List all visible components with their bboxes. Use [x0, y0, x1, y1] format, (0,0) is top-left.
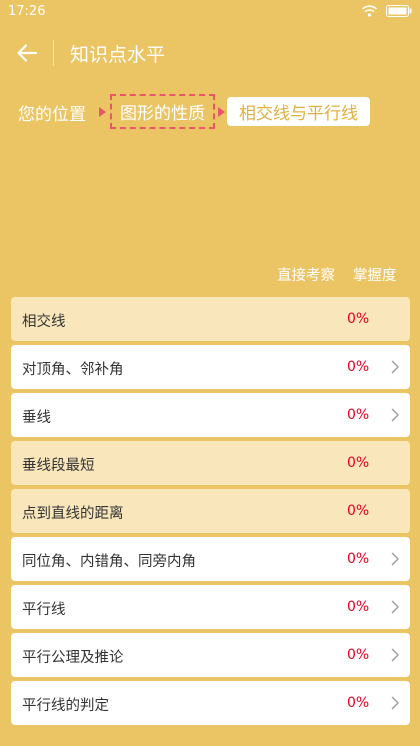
chevron-right-icon [391, 408, 399, 422]
topic-mastery-percent: 0% [347, 599, 370, 615]
breadcrumb: 您的位置 图形的性质 相交线与平行线 [0, 94, 420, 130]
topic-row[interactable]: 相交线 0% [11, 297, 410, 341]
app-bar: 知识点水平 [0, 24, 420, 80]
topic-row[interactable]: 垂线 0% [11, 393, 410, 437]
topic-name: 平行线的判定 [22, 698, 109, 714]
column-header-direct: 直接考察 [277, 268, 335, 284]
chevron-right-icon [391, 696, 399, 710]
topic-mastery-percent: 0% [347, 455, 370, 471]
topic-row[interactable]: 平行线 0% [11, 585, 410, 629]
back-button[interactable] [12, 38, 42, 68]
topic-mastery-percent: 0% [347, 311, 370, 327]
page-title: 知识点水平 [70, 44, 166, 66]
breadcrumb-prefix: 您的位置 [18, 105, 86, 125]
topic-row[interactable]: 平行公理及推论 0% [11, 633, 410, 677]
topic-list: 相交线 0% 对顶角、邻补角 0% 垂线 0% 垂线段最短 0% 点到直线的距离… [11, 297, 410, 729]
back-arrow-icon [17, 44, 38, 62]
topic-name: 点到直线的距离 [22, 506, 124, 522]
topic-mastery-percent: 0% [347, 359, 370, 375]
breadcrumb-current: 相交线与平行线 [227, 97, 370, 126]
topic-mastery-percent: 0% [347, 647, 370, 663]
column-headers: 直接考察 掌握度 [0, 262, 420, 284]
topic-row[interactable]: 同位角、内错角、同旁内角 0% [11, 537, 410, 581]
topic-mastery-percent: 0% [347, 407, 370, 423]
wifi-icon [362, 5, 377, 17]
status-time: 17:26 [8, 4, 46, 19]
topic-mastery-percent: 0% [347, 551, 370, 567]
topic-mastery-percent: 0% [347, 695, 370, 711]
topic-name: 相交线 [22, 314, 66, 330]
chevron-right-icon [391, 648, 399, 662]
topic-name: 平行公理及推论 [22, 650, 124, 666]
topic-name: 同位角、内错角、同旁内角 [22, 554, 196, 570]
chevron-right-icon [391, 552, 399, 566]
breadcrumb-arrow-icon [218, 107, 225, 117]
app-bar-divider [53, 40, 54, 66]
topic-name: 平行线 [22, 602, 66, 618]
topic-row[interactable]: 平行线的判定 0% [11, 681, 410, 725]
topic-row[interactable]: 点到直线的距离 0% [11, 489, 410, 533]
breadcrumb-parent[interactable]: 图形的性质 [110, 94, 215, 129]
status-icons [362, 5, 412, 17]
chevron-right-icon [391, 360, 399, 374]
battery-icon [386, 5, 412, 17]
column-header-mastery: 掌握度 [353, 268, 397, 284]
topic-name: 对顶角、邻补角 [22, 362, 124, 378]
topic-row[interactable]: 垂线段最短 0% [11, 441, 410, 485]
breadcrumb-arrow-icon [99, 107, 106, 117]
topic-mastery-percent: 0% [347, 503, 370, 519]
topic-name: 垂线段最短 [22, 458, 95, 474]
chevron-right-icon [391, 600, 399, 614]
topic-name: 垂线 [22, 410, 51, 426]
status-bar: 17:26 [0, 0, 420, 24]
topic-row[interactable]: 对顶角、邻补角 0% [11, 345, 410, 389]
